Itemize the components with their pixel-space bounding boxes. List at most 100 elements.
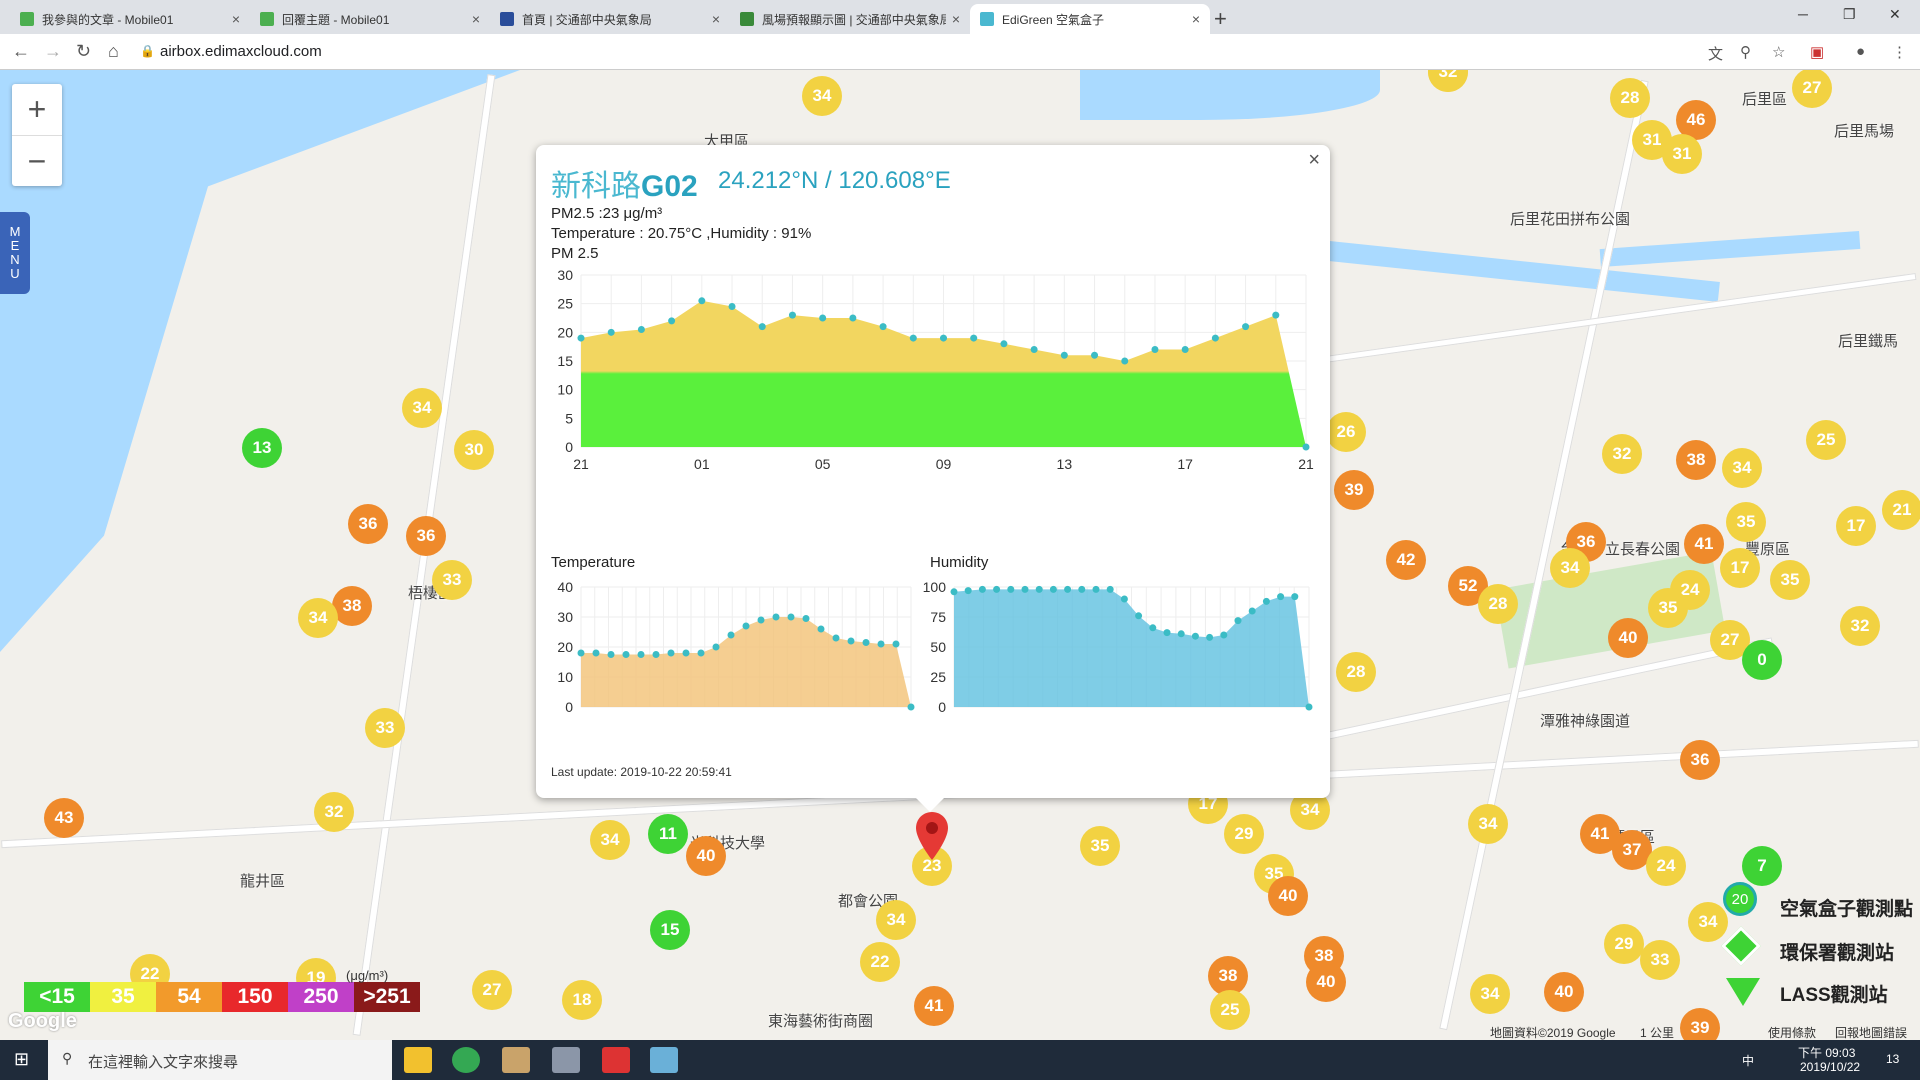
airbox-marker[interactable]: 34 <box>590 820 630 860</box>
airbox-marker[interactable]: 33 <box>365 708 405 748</box>
airbox-marker[interactable]: 28 <box>1336 652 1376 692</box>
airbox-marker[interactable]: 36 <box>348 504 388 544</box>
airbox-marker[interactable]: 29 <box>1604 924 1644 964</box>
airbox-marker[interactable]: 27 <box>1792 70 1832 108</box>
airbox-marker[interactable]: 41 <box>1684 524 1724 564</box>
airbox-marker[interactable]: 0 <box>1742 640 1782 680</box>
airbox-marker[interactable]: 34 <box>298 598 338 638</box>
airbox-marker[interactable]: 34 <box>802 76 842 116</box>
minimize-icon[interactable]: ─ <box>1798 6 1808 22</box>
airbox-marker[interactable]: 29 <box>1224 814 1264 854</box>
reload-icon[interactable]: ↻ <box>76 41 91 62</box>
ime-indicator[interactable]: 中 <box>1742 1052 1754 1069</box>
zoom-icon[interactable]: ⚲ <box>1740 43 1751 61</box>
clock-time[interactable]: 下午 09:03 <box>1798 1044 1855 1061</box>
airbox-marker[interactable]: 36 <box>406 516 446 556</box>
airbox-marker[interactable]: 22 <box>860 942 900 982</box>
airbox-marker[interactable]: 7 <box>1742 846 1782 886</box>
tab-close-icon[interactable]: × <box>1192 11 1200 27</box>
translate-icon[interactable]: 文 <box>1708 43 1723 64</box>
browser-tab[interactable]: 首頁 | 交通部中央氣象局 × <box>490 4 730 34</box>
airbox-marker[interactable]: 34 <box>876 900 916 940</box>
airbox-marker[interactable]: 38 <box>1676 440 1716 480</box>
airbox-marker[interactable]: 27 <box>472 970 512 1010</box>
airbox-marker[interactable]: 34 <box>1722 448 1762 488</box>
airbox-marker[interactable]: 34 <box>1468 804 1508 844</box>
profile-icon[interactable]: ● <box>1856 43 1865 60</box>
browser-tab[interactable]: 我參與的文章 - Mobile01 × <box>10 4 250 34</box>
airbox-marker[interactable]: 26 <box>1326 412 1366 452</box>
app-icon[interactable] <box>650 1047 678 1073</box>
notification-count[interactable]: 13 <box>1886 1052 1899 1066</box>
clock-date[interactable]: 2019/10/22 <box>1800 1060 1860 1074</box>
airbox-marker[interactable]: 17 <box>1836 506 1876 546</box>
airbox-marker[interactable]: 38 <box>332 586 372 626</box>
airbox-marker[interactable]: 33 <box>432 560 472 600</box>
airbox-marker[interactable]: 35 <box>1726 502 1766 542</box>
airbox-marker[interactable]: 40 <box>1608 618 1648 658</box>
zoom-in-button[interactable]: + <box>12 84 62 135</box>
tab-close-icon[interactable]: × <box>712 11 720 27</box>
airbox-marker[interactable]: 39 <box>1680 1008 1720 1040</box>
airbox-marker[interactable]: 40 <box>1306 962 1346 1002</box>
airbox-marker[interactable]: 28 <box>1478 584 1518 624</box>
browser-tab[interactable]: EdiGreen 空氣盒子 × <box>970 4 1210 34</box>
airbox-marker[interactable]: 34 <box>1688 902 1728 942</box>
app-icon[interactable] <box>502 1047 530 1073</box>
new-tab-button[interactable]: + <box>1214 6 1227 32</box>
forward-icon[interactable]: → <box>44 41 62 62</box>
window-close-icon[interactable]: ✕ <box>1889 6 1901 23</box>
airbox-marker[interactable]: 21 <box>1882 490 1920 530</box>
airbox-marker[interactable]: 39 <box>1334 470 1374 510</box>
windows-start-icon[interactable]: ⊞ <box>14 1049 29 1070</box>
airbox-marker[interactable]: 32 <box>1602 434 1642 474</box>
airbox-marker[interactable]: 11 <box>648 814 688 854</box>
airbox-marker[interactable]: 13 <box>242 428 282 468</box>
zoom-out-button[interactable]: − <box>12 135 62 186</box>
airbox-marker[interactable]: 25 <box>1210 990 1250 1030</box>
airbox-marker[interactable]: 18 <box>562 980 602 1020</box>
airbox-marker[interactable]: 28 <box>1610 78 1650 118</box>
file-explorer-icon[interactable] <box>404 1047 432 1073</box>
extension-icon[interactable]: ▣ <box>1810 43 1824 61</box>
app-icon[interactable] <box>552 1047 580 1073</box>
app-icon[interactable] <box>602 1047 630 1073</box>
airbox-marker[interactable]: 34 <box>1470 974 1510 1014</box>
home-icon[interactable]: ⌂ <box>108 41 119 62</box>
airbox-marker[interactable]: 43 <box>44 798 84 838</box>
airbox-marker[interactable]: 15 <box>650 910 690 950</box>
airbox-marker[interactable]: 34 <box>402 388 442 428</box>
airbox-marker[interactable]: 41 <box>914 986 954 1026</box>
taskbar-search[interactable]: ⚲ 在這裡輸入文字來搜尋 <box>48 1040 392 1080</box>
airbox-marker[interactable]: 24 <box>1646 846 1686 886</box>
tab-close-icon[interactable]: × <box>952 11 960 27</box>
airbox-marker[interactable]: 40 <box>686 836 726 876</box>
airbox-marker[interactable]: 35 <box>1648 588 1688 628</box>
back-icon[interactable]: ← <box>12 41 30 62</box>
airbox-marker[interactable]: 33 <box>1640 940 1680 980</box>
airbox-marker[interactable]: 32 <box>1428 70 1468 92</box>
airbox-marker[interactable]: 30 <box>454 430 494 470</box>
airbox-marker[interactable]: 25 <box>1806 420 1846 460</box>
popup-close-button[interactable]: × <box>1308 149 1320 172</box>
airbox-marker[interactable]: 34 <box>1550 548 1590 588</box>
map-canvas[interactable]: 梧棲區 龍井區 后里區 后里馬場 后里花田拼布公園 都會公園 東海藝術街商圈 台中市立長春公園… <box>0 70 1920 1040</box>
airbox-marker[interactable]: 17 <box>1720 548 1760 588</box>
airbox-marker[interactable]: 36 <box>1680 740 1720 780</box>
browser-tab[interactable]: 風場預報顯示圖 | 交通部中央氣象局 × <box>730 4 970 34</box>
chrome-icon[interactable] <box>452 1047 480 1073</box>
tab-close-icon[interactable]: × <box>472 11 480 27</box>
airbox-marker[interactable]: 32 <box>314 792 354 832</box>
airbox-marker[interactable]: 42 <box>1386 540 1426 580</box>
location-pin-icon[interactable] <box>916 812 948 860</box>
terms-link[interactable]: 使用條款 <box>1768 1024 1816 1040</box>
browser-tab[interactable]: 回覆主題 - Mobile01 × <box>250 4 490 34</box>
tab-close-icon[interactable]: × <box>232 11 240 27</box>
report-error-link[interactable]: 回報地圖錯誤 <box>1835 1024 1907 1040</box>
airbox-marker[interactable]: 31 <box>1662 134 1702 174</box>
airbox-marker[interactable]: 35 <box>1080 826 1120 866</box>
bookmark-star-icon[interactable]: ☆ <box>1772 43 1785 61</box>
url-field[interactable]: 🔒 airbox.edimaxcloud.com <box>130 38 1830 66</box>
chrome-menu-icon[interactable]: ⋮ <box>1892 43 1907 61</box>
airbox-marker[interactable]: 32 <box>1840 606 1880 646</box>
